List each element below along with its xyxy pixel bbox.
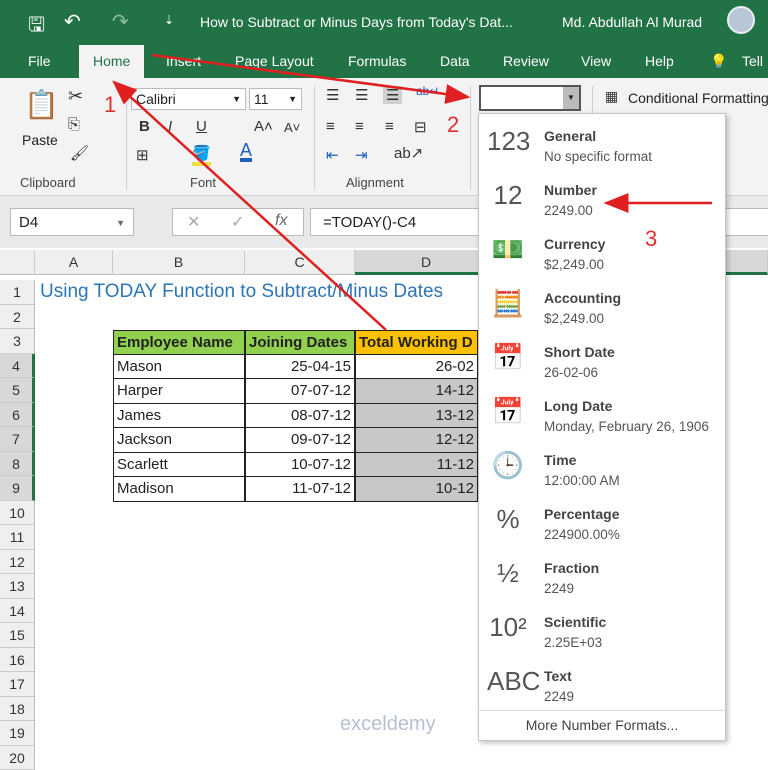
arrow-to-home-tab [114,82,386,330]
watermark: exceldemy [340,713,436,736]
annotation-2: 2 [447,112,459,138]
arrow-to-number-format [152,55,468,97]
annotation-3: 3 [645,226,657,252]
annotation-1: 1 [104,92,116,118]
